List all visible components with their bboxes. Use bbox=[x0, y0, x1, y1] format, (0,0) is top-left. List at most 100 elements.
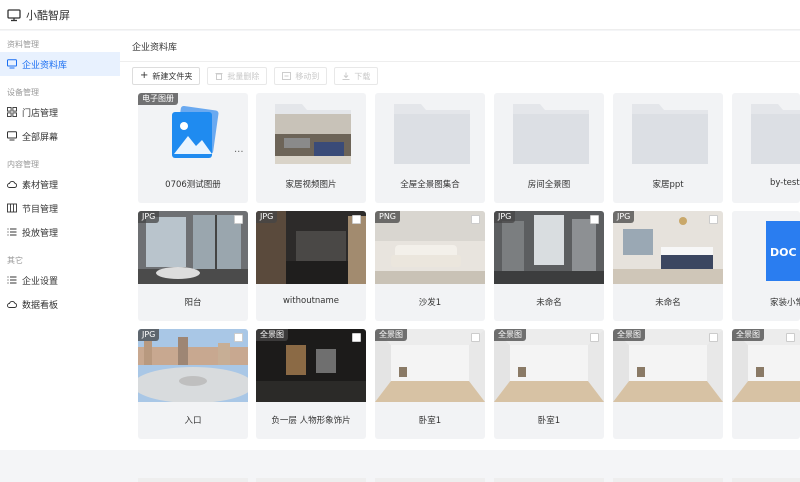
monitor-logo-icon bbox=[7, 8, 21, 21]
more-options-icon[interactable]: ··· bbox=[234, 148, 244, 158]
file-name: 全屋全景图集合 bbox=[400, 180, 460, 190]
select-checkbox[interactable] bbox=[234, 333, 243, 342]
sidebar-item-label: 数据看板 bbox=[22, 300, 59, 311]
file-card[interactable]: 全景图 bbox=[732, 329, 800, 439]
file-card[interactable]: PNG 沙发1 bbox=[375, 211, 485, 321]
sidebar-item-materials[interactable]: 素材管理 bbox=[0, 172, 120, 196]
file-card[interactable]: 全屋全景图集合 bbox=[375, 93, 485, 203]
screen-icon bbox=[7, 131, 17, 141]
sidebar-item-label: 投放管理 bbox=[22, 228, 59, 239]
top-bar: 小酷智屏 bbox=[0, 0, 800, 30]
select-checkbox[interactable] bbox=[352, 215, 361, 224]
file-card[interactable]: 电子图册 ··· 0706测试图册 bbox=[138, 93, 248, 203]
grid-icon bbox=[7, 107, 17, 117]
card-partial bbox=[494, 478, 604, 482]
file-type-badge: 电子图册 bbox=[138, 93, 178, 105]
select-checkbox[interactable] bbox=[234, 215, 243, 224]
file-name: 入口 bbox=[184, 416, 202, 426]
main-content: 企业资料库 + 新建文件夹 批量删除 移动到 下载 电子图册 ··· 0706测试图… bbox=[120, 31, 800, 482]
file-name: withoutname bbox=[282, 296, 340, 306]
file-name: 未命名 bbox=[536, 298, 562, 308]
file-name: 未命名 bbox=[655, 298, 681, 308]
toolbar: + 新建文件夹 批量删除 移动到 下载 bbox=[132, 67, 379, 85]
file-type-badge: JPG bbox=[138, 211, 160, 223]
file-name: 家装小常 bbox=[770, 298, 800, 308]
file-card[interactable]: 家居ppt bbox=[613, 93, 723, 203]
file-type-badge: 全景图 bbox=[375, 329, 407, 341]
file-card[interactable]: 房间全景图 bbox=[494, 93, 604, 203]
folder-icon bbox=[512, 98, 590, 166]
select-checkbox[interactable] bbox=[709, 215, 718, 224]
select-checkbox[interactable] bbox=[352, 333, 361, 342]
file-type-badge: 全景图 bbox=[732, 329, 764, 341]
file-type-badge: PNG bbox=[375, 211, 401, 223]
app-title: 小酷智屏 bbox=[26, 8, 70, 22]
file-card[interactable]: 家居视频图片 bbox=[256, 93, 366, 203]
card-partial bbox=[138, 478, 248, 482]
batch-delete-button[interactable]: 批量删除 bbox=[207, 67, 268, 85]
file-card[interactable]: JPG 未命名 bbox=[494, 211, 604, 321]
doc-label: DOC bbox=[770, 246, 797, 259]
breadcrumb: 企业资料库 bbox=[132, 43, 178, 53]
sidebar-item-delivery[interactable]: 投放管理 bbox=[0, 220, 120, 244]
card-partial bbox=[256, 478, 366, 482]
file-name: 家居ppt bbox=[652, 180, 684, 190]
sidebar-item-all-screens[interactable]: 全部屏幕 bbox=[0, 124, 120, 148]
list-icon bbox=[7, 276, 17, 284]
file-type-badge: 全景图 bbox=[256, 329, 288, 341]
file-name: 沙发1 bbox=[418, 298, 442, 308]
file-name: 负一层 人物形象饰片 bbox=[271, 416, 351, 426]
select-checkbox[interactable] bbox=[471, 215, 480, 224]
sidebar-item-enterprise-library[interactable]: 企业资料库 bbox=[0, 52, 120, 76]
select-checkbox[interactable] bbox=[709, 333, 718, 342]
sidebar-item-programs[interactable]: 节目管理 bbox=[0, 196, 120, 220]
sidebar-item-label: 全部屏幕 bbox=[22, 132, 59, 143]
move-to-button[interactable]: 移动到 bbox=[274, 67, 328, 85]
file-name: 房间全景图 bbox=[527, 180, 571, 190]
sidebar-group-title: 其它 bbox=[7, 256, 23, 265]
new-folder-button[interactable]: + 新建文件夹 bbox=[132, 67, 201, 85]
select-checkbox[interactable] bbox=[590, 333, 599, 342]
folder-icon bbox=[631, 98, 709, 166]
sidebar-item-enterprise-settings[interactable]: 企业设置 bbox=[0, 268, 120, 292]
sidebar-item-stores[interactable]: 门店管理 bbox=[0, 100, 120, 124]
move-icon bbox=[282, 72, 292, 80]
file-card[interactable]: 全景图 卧室1 bbox=[494, 329, 604, 439]
file-card[interactable]: 全景图负一层 人物形象饰片 bbox=[256, 329, 366, 439]
file-card[interactable]: by-test bbox=[732, 93, 800, 203]
cloud-icon bbox=[7, 300, 17, 308]
download-button[interactable]: 下载 bbox=[334, 67, 379, 85]
file-name: 0706测试图册 bbox=[165, 180, 221, 190]
file-name: 卧室1 bbox=[418, 416, 442, 426]
plus-icon: + bbox=[140, 70, 149, 81]
sidebar-item-label: 门店管理 bbox=[22, 108, 59, 119]
select-checkbox[interactable] bbox=[786, 333, 795, 342]
download-icon bbox=[342, 72, 350, 80]
new-folder-label: 新建文件夹 bbox=[152, 71, 193, 81]
album-icon bbox=[156, 98, 234, 166]
file-card[interactable]: JPG 入口 bbox=[138, 329, 248, 439]
file-card[interactable]: JPG 阳台 bbox=[138, 211, 248, 321]
sidebar-item-data-board[interactable]: 数据看板 bbox=[0, 292, 120, 316]
batch-delete-label: 批量删除 bbox=[227, 71, 260, 81]
file-type-badge: JPG bbox=[138, 329, 160, 341]
file-type-badge: 全景图 bbox=[494, 329, 526, 341]
file-type-badge: JPG bbox=[613, 211, 635, 223]
file-card[interactable]: JPG 未命名 bbox=[613, 211, 723, 321]
divider bbox=[120, 61, 800, 62]
folder-icon bbox=[393, 98, 471, 166]
file-name: by-test bbox=[770, 178, 800, 188]
file-card[interactable]: DOC 家装小常 bbox=[732, 211, 800, 321]
move-to-label: 移动到 bbox=[295, 71, 320, 81]
select-checkbox[interactable] bbox=[590, 215, 599, 224]
select-checkbox[interactable] bbox=[471, 333, 480, 342]
sidebar: 资料管理 企业资料库 设备管理 门店管理 全部屏幕 内容管理 素材管理 节目管理… bbox=[0, 31, 120, 450]
folder-icon bbox=[750, 98, 800, 166]
file-card[interactable]: JPG withoutname bbox=[256, 211, 366, 321]
trash-icon bbox=[215, 73, 223, 80]
folder-icon bbox=[274, 98, 352, 166]
sidebar-group-title: 内容管理 bbox=[7, 160, 39, 169]
card-partial bbox=[732, 478, 800, 482]
file-card[interactable]: 全景图卧室1 bbox=[375, 329, 485, 439]
file-card[interactable]: 全景图 bbox=[613, 329, 723, 439]
